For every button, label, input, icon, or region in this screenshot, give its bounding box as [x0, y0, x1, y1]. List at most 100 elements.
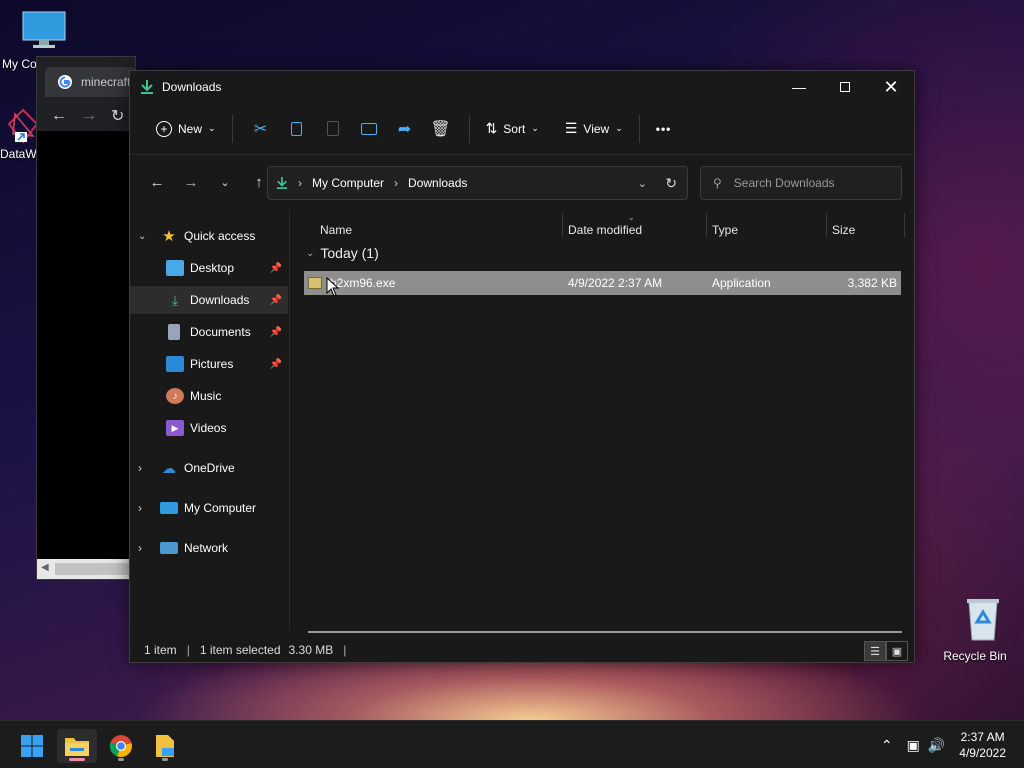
maximize-button[interactable]: [822, 71, 868, 103]
pin-icon: 📌: [269, 326, 282, 338]
nav-network[interactable]: › Network: [130, 534, 288, 562]
rename-button[interactable]: [351, 113, 387, 145]
title-bar[interactable]: Downloads — ✕: [130, 71, 914, 103]
column-separator[interactable]: [904, 213, 905, 237]
pin-icon: 📌: [269, 262, 282, 274]
volume-icon[interactable]: 🔊: [928, 737, 945, 754]
column-header-date[interactable]: Date modified ⌄: [568, 213, 706, 243]
nav-desktop[interactable]: Desktop 📌: [130, 254, 288, 282]
folder-icon: [65, 738, 89, 756]
status-item-count: 1 item: [144, 643, 177, 657]
running-indicator: [118, 758, 124, 761]
tiles-view-button[interactable]: ▣: [886, 641, 908, 661]
column-separator[interactable]: [826, 213, 827, 237]
trash-icon: 🗑: [430, 120, 451, 138]
nav-downloads[interactable]: ⤓ Downloads 📌: [130, 286, 288, 314]
videos-icon: ▶: [166, 420, 184, 436]
desktop-icon-label: DataW: [0, 147, 37, 161]
desktop-icon-recycle-bin[interactable]: Recycle Bin: [940, 596, 1010, 663]
column-separator[interactable]: [562, 213, 563, 237]
chevron-right-icon: ›: [138, 501, 142, 515]
taskbar-file-explorer[interactable]: [57, 729, 97, 763]
clock-time: 2:37 AM: [960, 730, 1005, 744]
document-app-icon: [156, 735, 174, 757]
group-header-today[interactable]: ⌄ Today (1): [306, 245, 379, 261]
monitor-icon: [22, 11, 66, 48]
file-list: Name Date modified ⌄ Type Size ⌄ Today (…: [300, 209, 905, 629]
divider: [231, 114, 233, 143]
file-size: 3,382 KB: [847, 276, 897, 290]
column-separator[interactable]: [706, 213, 707, 237]
column-header-type[interactable]: Type: [712, 217, 822, 243]
forward-icon[interactable]: →: [81, 107, 97, 125]
file-type: Application: [712, 276, 771, 290]
nav-label: Quick access: [184, 229, 256, 243]
breadcrumb-my-computer[interactable]: My Computer: [312, 176, 384, 190]
chevron-right-icon: ›: [138, 461, 142, 475]
taskbar-chrome[interactable]: [101, 729, 141, 763]
nav-videos[interactable]: ▶ Videos: [130, 414, 288, 442]
clock-date: 4/9/2022: [959, 746, 1006, 760]
taskbar: ⌃ ▣ 🔊 2:37 AM 4/9/2022: [0, 720, 1024, 768]
file-explorer-window[interactable]: Downloads — ✕ + New ⌄ ✂ ➦ 🗑 ⇅ Sort ⌄ ☰ V…: [129, 70, 915, 663]
back-icon[interactable]: ←: [51, 107, 67, 125]
new-button[interactable]: + New ⌄: [150, 113, 222, 145]
paste-button[interactable]: [315, 113, 351, 145]
nav-quick-access[interactable]: ⌄ ★ Quick access: [130, 222, 288, 250]
copy-button[interactable]: [279, 113, 315, 145]
chrome-window[interactable]: minecraft ← → ↻ ◀: [36, 56, 137, 580]
minimize-button[interactable]: —: [776, 71, 822, 103]
horizontal-scrollbar[interactable]: [308, 631, 902, 633]
share-icon: ➦: [397, 120, 412, 138]
taskbar-app[interactable]: [145, 729, 185, 763]
file-row[interactable]: rb2xm96.exe 4/9/2022 2:37 AM Application…: [304, 271, 901, 295]
download-icon: [276, 177, 288, 189]
chrome-horizontal-scrollbar[interactable]: ◀: [37, 559, 135, 579]
nav-label: Music: [190, 389, 222, 403]
search-input[interactable]: ⚲ Search Downloads: [700, 166, 902, 200]
more-options-button[interactable]: •••: [650, 113, 678, 145]
close-button[interactable]: ✕: [868, 71, 914, 103]
view-lines-icon: ☰: [564, 120, 578, 136]
paste-icon: [326, 121, 339, 136]
clock[interactable]: 2:37 AM 4/9/2022: [959, 729, 1006, 761]
download-icon: ⤓: [171, 291, 179, 308]
nav-pictures[interactable]: Pictures 📌: [130, 350, 288, 378]
sort-button[interactable]: ⇅ Sort ⌄: [480, 113, 545, 145]
start-button[interactable]: [12, 729, 52, 763]
nav-my-computer[interactable]: › My Computer: [130, 494, 288, 522]
network-icon[interactable]: ▣: [907, 737, 920, 754]
nav-label: Documents: [190, 325, 251, 339]
search-placeholder: Search Downloads: [733, 176, 835, 190]
pane-divider[interactable]: [289, 209, 290, 631]
breadcrumb-separator-icon: ›: [394, 176, 399, 190]
column-header-size[interactable]: Size: [832, 217, 902, 243]
desktop-icon-datawrapper[interactable]: DataW: [0, 108, 40, 161]
share-button[interactable]: ➦: [387, 113, 423, 145]
refresh-icon[interactable]: ↻: [665, 175, 677, 192]
details-view-button[interactable]: ☰: [864, 641, 886, 661]
chevron-up-icon[interactable]: ⌃: [881, 737, 893, 754]
star-icon: ★: [162, 228, 176, 245]
pin-icon: 📌: [269, 294, 282, 306]
chevron-right-icon: ›: [138, 541, 142, 555]
nav-music[interactable]: ♪ Music: [130, 382, 288, 410]
scrollbar-thumb[interactable]: [55, 563, 133, 575]
address-dropdown-icon[interactable]: ⌄: [638, 177, 647, 190]
nav-documents[interactable]: Documents 📌: [130, 318, 288, 346]
recent-locations-button[interactable]: ⌄: [208, 167, 242, 197]
network-icon: [160, 542, 178, 554]
breadcrumb-downloads[interactable]: Downloads: [408, 176, 467, 190]
forward-button[interactable]: →: [174, 167, 208, 197]
cut-button[interactable]: ✂: [243, 113, 279, 145]
download-icon: [141, 80, 153, 94]
scroll-left-icon[interactable]: ◀: [41, 562, 49, 573]
column-header-name[interactable]: Name: [320, 217, 560, 243]
chrome-tab[interactable]: minecraft: [45, 67, 137, 97]
view-button[interactable]: ☰ View ⌄: [559, 113, 629, 145]
back-button[interactable]: ←: [140, 167, 174, 197]
delete-button[interactable]: 🗑: [423, 113, 459, 145]
address-bar[interactable]: › My Computer › Downloads ⌄ ↻: [267, 166, 688, 200]
reload-icon[interactable]: ↻: [111, 106, 124, 126]
nav-onedrive[interactable]: › ☁ OneDrive: [130, 454, 288, 482]
